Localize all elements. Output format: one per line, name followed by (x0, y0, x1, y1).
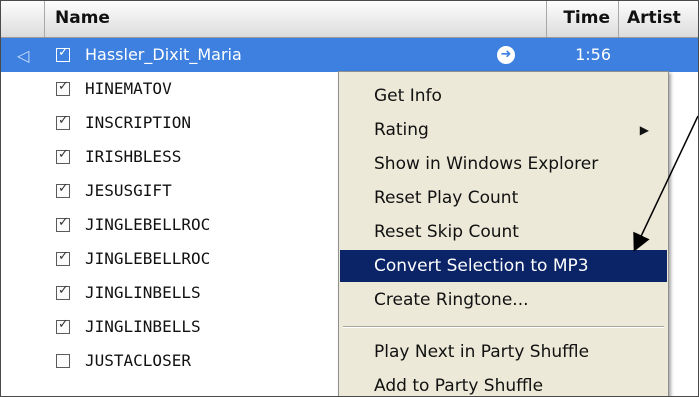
annotation-arrow (633, 115, 698, 252)
song-list-window: Name Time Artist ◁ ✓ Hassler_Dixit_Maria… (0, 0, 699, 397)
